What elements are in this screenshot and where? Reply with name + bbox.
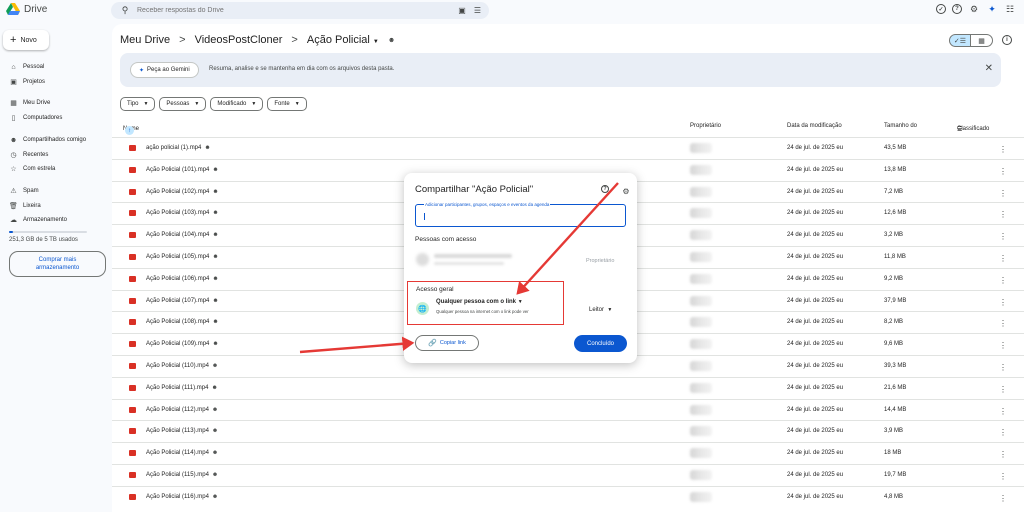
globe-icon: 🌐 <box>416 302 429 315</box>
role-value: Leitor <box>589 307 605 313</box>
done-button[interactable]: Concluído <box>574 335 627 352</box>
help-icon[interactable]: ? <box>601 185 609 193</box>
role-select[interactable]: Leitor ▼ <box>589 307 612 313</box>
add-people-label: Adicionar participantes, grupos, espaços… <box>424 202 551 207</box>
general-access-section: Acesso geral 🌐 Qualquer pessoa com o lin… <box>407 281 564 325</box>
owner-role-label: Proprietário <box>586 258 615 264</box>
dialog-title: Compartilhar "Ação Policial" <box>415 184 534 195</box>
dialog-overlay: Compartilhar "Ação Policial" ? ⚙ Adicion… <box>0 0 1024 512</box>
people-with-access-title: Pessoas com acesso <box>415 236 477 243</box>
general-access-description: Qualquer pessoa na internet com o link p… <box>436 309 529 314</box>
gear-icon[interactable]: ⚙ <box>620 185 632 197</box>
share-dialog: Compartilhar "Ação Policial" ? ⚙ Adicion… <box>404 173 637 363</box>
general-access-title: Acesso geral <box>416 286 454 293</box>
person-name-redacted <box>434 254 512 258</box>
copy-link-button[interactable]: 🔗 Copiar link <box>415 335 479 351</box>
avatar <box>416 253 429 266</box>
link-icon: 🔗 <box>428 340 437 347</box>
general-access-value: Qualquer pessoa com o link <box>436 299 517 305</box>
general-access-select[interactable]: Qualquer pessoa com o link ▼ <box>436 299 523 305</box>
copy-link-label: Copiar link <box>439 340 466 346</box>
caret-down-icon: ▼ <box>517 299 523 305</box>
caret-down-icon: ▼ <box>607 307 613 313</box>
text-cursor <box>424 213 425 220</box>
add-people-input[interactable]: Adicionar participantes, grupos, espaços… <box>415 202 626 227</box>
person-email-redacted <box>434 262 504 265</box>
